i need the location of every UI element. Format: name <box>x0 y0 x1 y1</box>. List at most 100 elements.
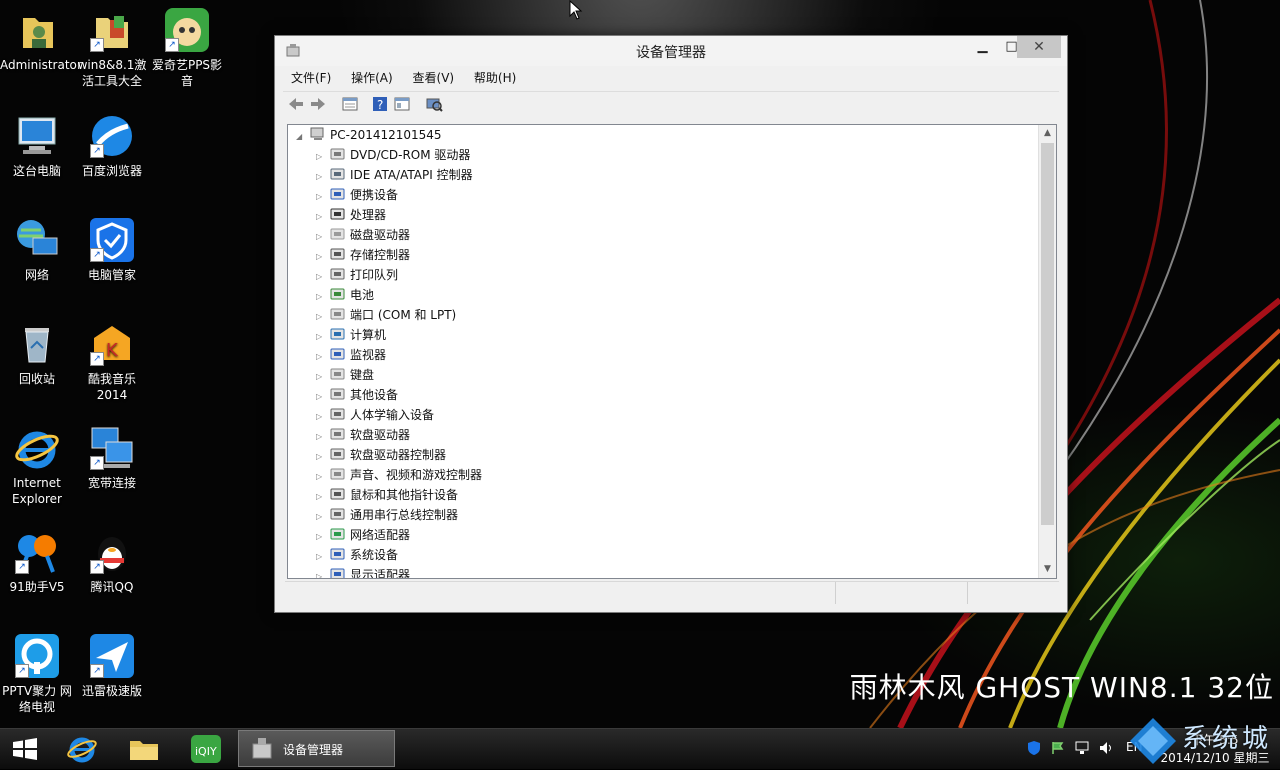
device-category-row[interactable]: ▷ DVD/CD-ROM 驱动器 <box>316 145 470 165</box>
tree-root-node[interactable]: ◢ PC-201412101545 <box>296 125 442 145</box>
start-button[interactable] <box>8 731 42 767</box>
expand-triangle-icon[interactable]: ▷ <box>316 327 326 347</box>
device-category-row[interactable]: ▷ 网络适配器 <box>316 525 410 545</box>
forward-arrow-icon[interactable] <box>309 95 327 113</box>
vertical-scrollbar[interactable]: ▲ ▼ <box>1038 125 1056 578</box>
expand-triangle-icon[interactable]: ▷ <box>316 367 326 387</box>
expand-triangle-icon[interactable]: ▷ <box>316 187 326 207</box>
security-shield-tray-icon[interactable] <box>1026 740 1042 759</box>
device-category-row[interactable]: ▷ 人体学输入设备 <box>316 405 434 425</box>
expand-triangle-icon[interactable]: ▷ <box>316 507 326 527</box>
desktop-icon-activation-tools[interactable]: ↗ win8&8.1激活工具大全 <box>75 6 149 89</box>
expand-triangle-icon[interactable]: ▷ <box>316 547 326 567</box>
scrollbar-thumb[interactable] <box>1041 143 1054 525</box>
taskbar-internet-explorer[interactable] <box>62 731 102 767</box>
device-category-row[interactable]: ▷ 磁盘驱动器 <box>316 225 410 245</box>
network-tray-icon[interactable] <box>1074 740 1090 759</box>
desktop-icon-network[interactable]: 网络 <box>0 216 74 283</box>
window-titlebar[interactable]: 设备管理器 ▁ □ ✕ <box>275 36 1067 66</box>
expand-triangle-icon[interactable]: ▷ <box>316 227 326 247</box>
minimize-button[interactable]: ▁ <box>968 36 997 58</box>
device-category-row[interactable]: ▷ 键盘 <box>316 365 374 385</box>
expand-triangle-icon[interactable]: ▷ <box>316 307 326 327</box>
recycle-bin-icon <box>13 320 61 368</box>
shortcut-arrow-icon: ↗ <box>90 38 104 52</box>
expand-triangle-icon[interactable]: ▷ <box>316 447 326 467</box>
volume-icon[interactable] <box>1098 740 1114 759</box>
user-folder-icon <box>13 6 61 54</box>
device-category-row[interactable]: ▷ 电池 <box>316 285 374 305</box>
scan-hardware-icon[interactable] <box>425 95 443 113</box>
help-icon[interactable]: ? <box>371 95 389 113</box>
device-category-label: 鼠标和其他指针设备 <box>350 488 459 502</box>
device-category-icon <box>330 447 346 461</box>
desktop-icon-pc-manager[interactable]: ↗ 电脑管家 <box>75 216 149 283</box>
expand-triangle-icon[interactable]: ▷ <box>316 467 326 487</box>
taskbar-file-explorer[interactable] <box>124 731 164 767</box>
menu-file[interactable]: 文件(F) <box>283 68 339 88</box>
back-arrow-icon[interactable] <box>287 95 305 113</box>
desktop-icon-administrator[interactable]: Administrator <box>0 6 82 73</box>
expand-triangle-icon[interactable]: ▷ <box>316 207 326 227</box>
properties-icon[interactable] <box>341 95 359 113</box>
computer-icon <box>13 112 61 160</box>
expand-triangle-icon[interactable]: ▷ <box>316 387 326 407</box>
iqiyi-icon: iQIY <box>191 735 221 763</box>
device-category-row[interactable]: ▷ 软盘驱动器控制器 <box>316 445 446 465</box>
action-center-flag-icon[interactable] <box>1050 740 1066 759</box>
desktop-icon-broadband[interactable]: ↗ 宽带连接 <box>75 424 149 491</box>
taskbar-device-manager-task[interactable]: 设备管理器 <box>238 730 395 767</box>
device-category-row[interactable]: ▷ 端口 (COM 和 LPT) <box>316 305 456 325</box>
taskbar-iqiyi[interactable]: iQIY <box>186 731 226 767</box>
device-category-row[interactable]: ▷ 显示适配器 <box>316 565 410 578</box>
expand-triangle-icon[interactable]: ▷ <box>316 287 326 307</box>
desktop-icon-qq[interactable]: ↗ 腾讯QQ <box>75 528 149 595</box>
expand-triangle-icon[interactable]: ▷ <box>316 407 326 427</box>
shortcut-arrow-icon: ↗ <box>90 560 104 574</box>
collapse-triangle-icon[interactable]: ◢ <box>296 127 306 147</box>
expand-triangle-icon[interactable]: ▷ <box>316 147 326 167</box>
close-button[interactable]: ✕ <box>1017 36 1061 58</box>
device-category-row[interactable]: ▷ 打印队列 <box>316 265 398 285</box>
device-category-row[interactable]: ▷ 其他设备 <box>316 385 398 405</box>
pptv-icon: ↗ <box>13 632 61 680</box>
desktop-icon-pptv[interactable]: ↗ PPTV聚力 网络电视 <box>0 632 74 715</box>
device-category-row[interactable]: ▷ IDE ATA/ATAPI 控制器 <box>316 165 473 185</box>
details-view-icon[interactable] <box>393 95 411 113</box>
device-category-row[interactable]: ▷ 系统设备 <box>316 545 398 565</box>
device-category-row[interactable]: ▷ 处理器 <box>316 205 386 225</box>
desktop-icon-kuwo-music[interactable]: K ↗ 酷我音乐2014 <box>75 320 149 403</box>
expand-triangle-icon[interactable]: ▷ <box>316 527 326 547</box>
device-category-row[interactable]: ▷ 声音、视频和游戏控制器 <box>316 465 482 485</box>
device-category-row[interactable]: ▷ 计算机 <box>316 325 386 345</box>
desktop-icon-pps[interactable]: ↗ 爱奇艺PPS影音 <box>150 6 224 89</box>
device-category-row[interactable]: ▷ 鼠标和其他指针设备 <box>316 485 458 505</box>
device-category-label: 人体学输入设备 <box>350 408 435 422</box>
expand-triangle-icon[interactable]: ▷ <box>316 487 326 507</box>
desktop-icon-recycle-bin[interactable]: 回收站 <box>0 320 74 387</box>
scroll-down-arrow-icon[interactable]: ▼ <box>1039 561 1056 578</box>
expand-triangle-icon[interactable]: ▷ <box>316 427 326 447</box>
desktop-icon-this-pc[interactable]: 这台电脑 <box>0 112 74 179</box>
desktop-icon-91-assistant[interactable]: ↗ 91助手V5 <box>0 528 74 595</box>
expand-triangle-icon[interactable]: ▷ <box>316 247 326 267</box>
desktop-icon-xunlei[interactable]: ↗ 迅雷极速版 <box>75 632 149 699</box>
expand-triangle-icon[interactable]: ▷ <box>316 347 326 367</box>
expand-triangle-icon[interactable]: ▷ <box>316 167 326 187</box>
scroll-up-arrow-icon[interactable]: ▲ <box>1039 125 1056 142</box>
device-category-icon <box>330 527 346 541</box>
diamond-logo-icon <box>1130 718 1176 764</box>
device-category-row[interactable]: ▷ 存储控制器 <box>316 245 410 265</box>
device-category-row[interactable]: ▷ 便携设备 <box>316 185 398 205</box>
device-category-row[interactable]: ▷ 监视器 <box>316 345 386 365</box>
menu-help[interactable]: 帮助(H) <box>466 68 524 88</box>
menu-action[interactable]: 操作(A) <box>343 68 401 88</box>
device-category-row[interactable]: ▷ 软盘驱动器 <box>316 425 410 445</box>
menu-view[interactable]: 查看(V) <box>405 68 463 88</box>
desktop-icon-label: PPTV聚力 网络电视 <box>2 684 72 714</box>
device-category-row[interactable]: ▷ 通用串行总线控制器 <box>316 505 458 525</box>
expand-triangle-icon[interactable]: ▷ <box>316 267 326 287</box>
expand-triangle-icon[interactable]: ▷ <box>316 567 326 578</box>
desktop-icon-baidu-browser[interactable]: ↗ 百度浏览器 <box>75 112 149 179</box>
desktop-icon-internet-explorer[interactable]: Internet Explorer <box>0 424 74 507</box>
